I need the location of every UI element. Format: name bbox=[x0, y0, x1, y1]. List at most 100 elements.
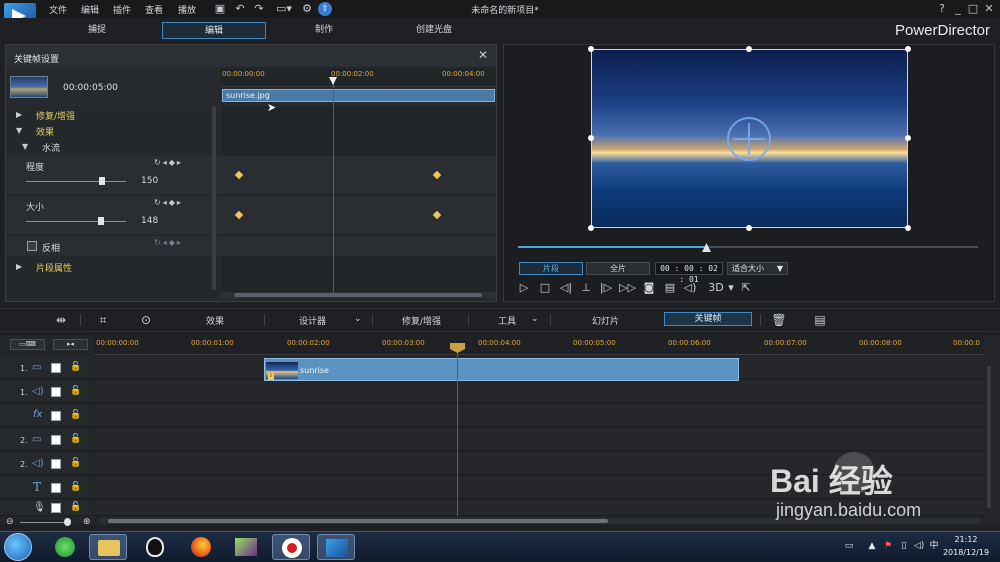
attribute-scrollbar[interactable] bbox=[212, 107, 216, 290]
rotate-icon[interactable]: ⊙ bbox=[138, 312, 154, 328]
effects-button[interactable]: 效果 bbox=[206, 314, 224, 327]
help-icon[interactable]: ? bbox=[935, 2, 949, 16]
collapse-triangle-icon[interactable]: ▼ bbox=[16, 126, 22, 135]
zoom-slider-knob[interactable] bbox=[64, 518, 71, 526]
zoom-slider-track[interactable] bbox=[20, 522, 70, 523]
menu-play[interactable]: 播放 bbox=[178, 3, 196, 16]
lock-icon[interactable]: 🔓 bbox=[70, 502, 81, 512]
resize-handle[interactable] bbox=[746, 225, 752, 231]
track-lane-video-2[interactable] bbox=[94, 429, 984, 451]
fit-timeline-icon[interactable]: ⇹ bbox=[53, 312, 69, 328]
degree-slider-track[interactable] bbox=[26, 181, 126, 182]
restore-icon[interactable]: □ bbox=[966, 2, 980, 16]
timeline-playhead[interactable] bbox=[457, 344, 458, 516]
taskbar-app-recorder[interactable] bbox=[272, 534, 310, 560]
lock-icon[interactable]: 🔓 bbox=[70, 482, 81, 492]
lock-icon[interactable]: 🔓 bbox=[70, 362, 81, 372]
keyframe-clip-bar[interactable]: sunrise.jpg bbox=[222, 89, 495, 102]
tools-button[interactable]: 工具 bbox=[498, 314, 516, 327]
menu-plugins[interactable]: 插件 bbox=[113, 3, 131, 16]
stop-icon[interactable]: □ bbox=[537, 281, 553, 295]
track-enable-checkbox[interactable] bbox=[51, 483, 61, 493]
fix-enhance-button[interactable]: 修复/增强 bbox=[402, 314, 441, 327]
timeline-clip-sunrise[interactable] bbox=[264, 358, 739, 381]
crosshair-icon[interactable] bbox=[727, 117, 771, 161]
close-icon[interactable]: ✕ bbox=[982, 2, 996, 16]
keyframe-button[interactable]: 关键帧 bbox=[664, 312, 752, 326]
tab-produce[interactable]: 制作 bbox=[272, 22, 376, 39]
clock-date[interactable]: 2018/12/19 bbox=[938, 548, 994, 557]
next-frame-icon[interactable]: |▷ bbox=[598, 281, 614, 295]
chevron-down-icon[interactable]: ⌄ bbox=[531, 314, 539, 324]
track-lane-audio-1[interactable] bbox=[94, 381, 984, 403]
track-enable-checkbox[interactable] bbox=[51, 363, 61, 373]
aspect-ratio-icon[interactable]: ▭▾ bbox=[273, 2, 295, 16]
subtitle-icon[interactable]: ▤ bbox=[662, 281, 678, 295]
undock-preview-icon[interactable]: ⇱ bbox=[738, 281, 754, 295]
tray-volume-icon[interactable]: ◁) bbox=[913, 540, 925, 552]
zoom-in-icon[interactable]: ⊕ bbox=[83, 517, 91, 527]
taskbar-app-firefox[interactable] bbox=[182, 534, 220, 560]
tray-arrow-icon[interactable]: ▲ bbox=[866, 540, 878, 552]
crop-icon[interactable]: ⌗ bbox=[95, 312, 111, 328]
minimize-icon[interactable]: _ bbox=[951, 2, 965, 16]
tab-edit[interactable]: 编辑 bbox=[162, 22, 266, 39]
invert-checkbox[interactable] bbox=[27, 241, 37, 251]
size-slider-track[interactable] bbox=[26, 221, 126, 222]
resize-handle[interactable] bbox=[588, 46, 594, 52]
taskbar-app-powerdirector[interactable] bbox=[317, 534, 355, 560]
effect-water[interactable]: 水流 bbox=[42, 141, 252, 154]
taskbar-app-360[interactable] bbox=[46, 534, 84, 560]
track-lane-fx[interactable] bbox=[94, 405, 984, 427]
resize-handle[interactable] bbox=[746, 46, 752, 52]
track-enable-checkbox[interactable] bbox=[51, 459, 61, 469]
previous-frame-icon[interactable]: ◁| bbox=[558, 281, 574, 295]
play-icon[interactable]: ▷ bbox=[516, 281, 532, 295]
timecode-display[interactable]: 00 : 00 : 02 : 01 bbox=[655, 262, 723, 284]
tray-power-icon[interactable]: ▯ bbox=[898, 540, 910, 552]
designer-button[interactable]: 设计器 bbox=[299, 314, 326, 327]
track-enable-checkbox[interactable] bbox=[51, 411, 61, 421]
menu-view[interactable]: 查看 bbox=[145, 3, 163, 16]
keyframe-nav-icon[interactable]: ↻◂◆▸ bbox=[154, 198, 183, 207]
clock-time[interactable]: 21:12 bbox=[942, 535, 990, 544]
zoom-out-icon[interactable]: ⊖ bbox=[6, 517, 14, 527]
settings-gear-icon[interactable]: ⚙ bbox=[300, 2, 314, 16]
resize-handle[interactable] bbox=[588, 135, 594, 141]
keyframe-nav-icon[interactable]: ↻◂◆▸ bbox=[154, 238, 183, 247]
keyframe-hscroll-thumb[interactable] bbox=[234, 293, 482, 297]
expand-triangle-icon[interactable]: ▶ bbox=[16, 262, 22, 271]
taskbar-app-qq[interactable] bbox=[136, 534, 174, 560]
keyframe-playhead[interactable] bbox=[333, 79, 334, 297]
fit-size-select[interactable]: 适合大小 ▼ bbox=[727, 262, 788, 275]
export-list-icon[interactable]: ▤ bbox=[812, 312, 828, 328]
timeline-vscrollbar[interactable] bbox=[987, 366, 991, 508]
undo-icon[interactable]: ↶ bbox=[233, 2, 247, 16]
tab-capture[interactable]: 捕捉 bbox=[45, 22, 149, 39]
update-icon[interactable]: ⇧ bbox=[318, 2, 332, 16]
degree-slider-knob[interactable] bbox=[99, 177, 105, 185]
3d-dropdown-icon[interactable]: ▾ bbox=[723, 281, 739, 295]
keyframe-nav-icon[interactable]: ↻◂◆▸ bbox=[154, 158, 183, 167]
view-toggle-icon[interactable]: ▸◂ bbox=[53, 339, 88, 350]
resize-handle[interactable] bbox=[905, 46, 911, 52]
track-enable-checkbox[interactable] bbox=[51, 435, 61, 445]
lock-icon[interactable]: 🔓 bbox=[70, 434, 81, 444]
save-icon[interactable]: ▣ bbox=[213, 2, 227, 16]
taskbar-app-explorer[interactable] bbox=[89, 534, 127, 560]
track-enable-checkbox[interactable] bbox=[51, 503, 61, 513]
track-enable-checkbox[interactable] bbox=[51, 387, 61, 397]
fast-forward-icon[interactable]: ▷▷ bbox=[619, 281, 636, 295]
resize-handle[interactable] bbox=[905, 225, 911, 231]
resize-handle[interactable] bbox=[905, 135, 911, 141]
tab-create-disc[interactable]: 创建光盘 bbox=[382, 22, 486, 39]
movie-mode-button[interactable]: 全片 bbox=[586, 262, 650, 275]
menu-file[interactable]: 文件 bbox=[49, 3, 67, 16]
resize-handle[interactable] bbox=[588, 225, 594, 231]
timeline-hscroll-thumb[interactable] bbox=[108, 519, 608, 523]
start-button-icon[interactable] bbox=[4, 533, 32, 561]
size-slider-knob[interactable] bbox=[98, 217, 104, 225]
split-icon[interactable]: ⊥ bbox=[578, 281, 594, 295]
collapse-triangle-icon[interactable]: ▼ bbox=[22, 142, 28, 151]
trash-icon[interactable]: 🗑 bbox=[771, 312, 787, 328]
